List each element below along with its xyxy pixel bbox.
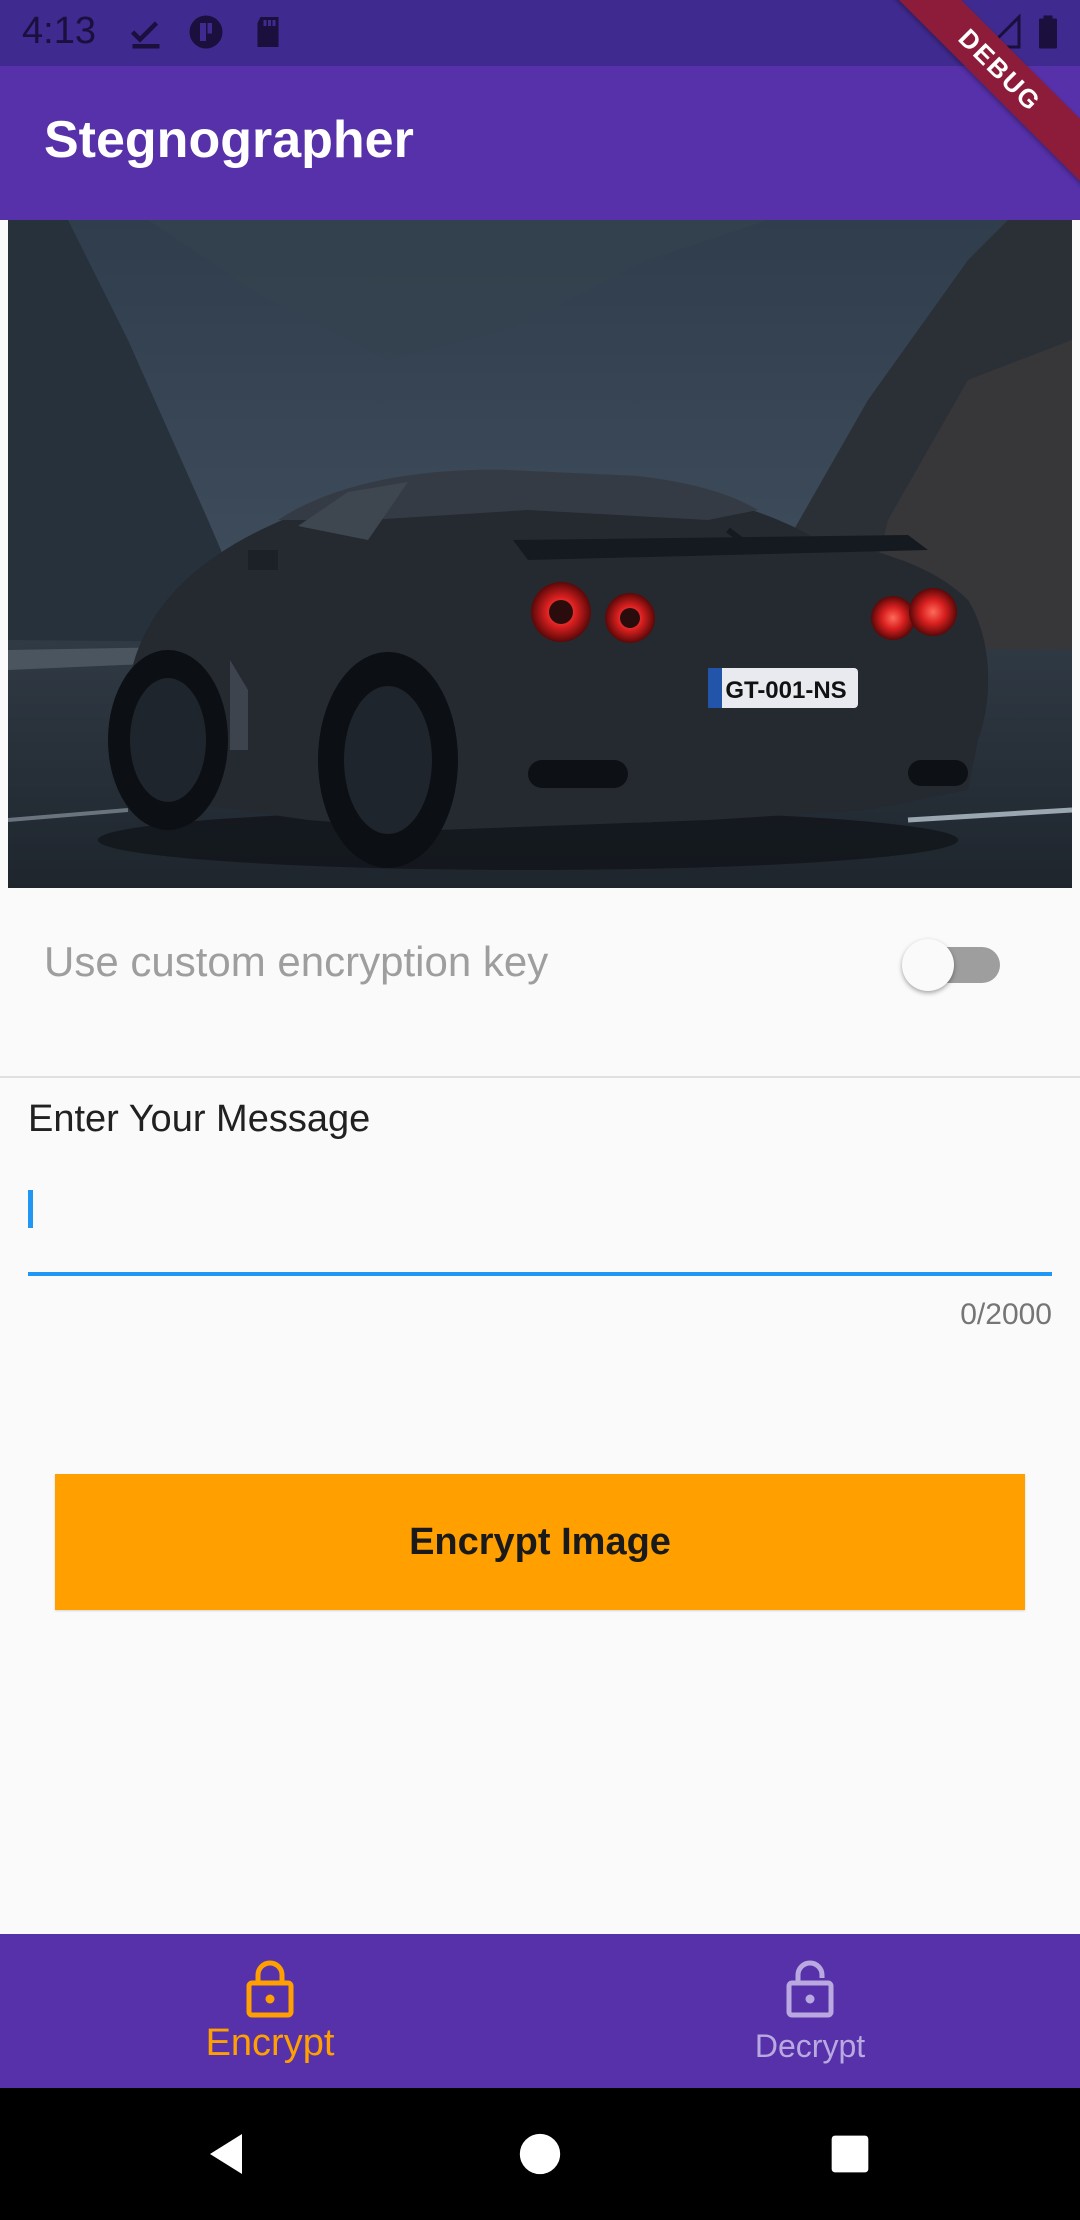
- app-indicator-icon: [188, 14, 224, 50]
- encrypt-image-button[interactable]: Encrypt Image: [55, 1474, 1025, 1610]
- lock-icon: [242, 1958, 298, 2018]
- custom-key-label: Use custom encryption key: [44, 938, 549, 985]
- divider: [0, 1076, 1080, 1078]
- nav-decrypt[interactable]: Decrypt: [540, 1934, 1080, 2088]
- app-bar: Stegnographer: [0, 66, 1080, 220]
- battery-icon: [1030, 14, 1066, 50]
- back-button[interactable]: [166, 2088, 286, 2220]
- nav-decrypt-label: Decrypt: [754, 2028, 866, 2064]
- sd-card-icon: [250, 14, 286, 50]
- char-counter: 0/2000: [960, 1298, 1052, 1331]
- svg-text:GT-001-NS: GT-001-NS: [725, 677, 846, 704]
- message-label: Enter Your Message: [28, 1098, 371, 1140]
- car-image: GT-001-NS: [8, 220, 1072, 888]
- nav-encrypt-label: Encrypt: [205, 2022, 335, 2064]
- message-input[interactable]: [28, 1160, 1052, 1270]
- status-time: 4:13: [22, 10, 96, 52]
- lock-open-icon: [782, 1958, 838, 2018]
- system-nav-bar: [0, 2088, 1080, 2220]
- home-icon: [519, 2133, 561, 2175]
- recents-button[interactable]: [790, 2088, 910, 2220]
- home-button[interactable]: [480, 2088, 600, 2220]
- download-done-icon: [128, 14, 164, 50]
- message-input-underline: [28, 1272, 1052, 1276]
- text-cursor: [28, 1190, 33, 1228]
- custom-key-switch-thumb[interactable]: [902, 939, 954, 991]
- bottom-navigation: Encrypt Decrypt: [0, 1934, 1080, 2088]
- nav-encrypt[interactable]: Encrypt: [0, 1934, 540, 2088]
- recents-icon: [831, 2135, 869, 2173]
- back-icon: [210, 2134, 242, 2174]
- app-title: Stegnographer: [44, 111, 414, 169]
